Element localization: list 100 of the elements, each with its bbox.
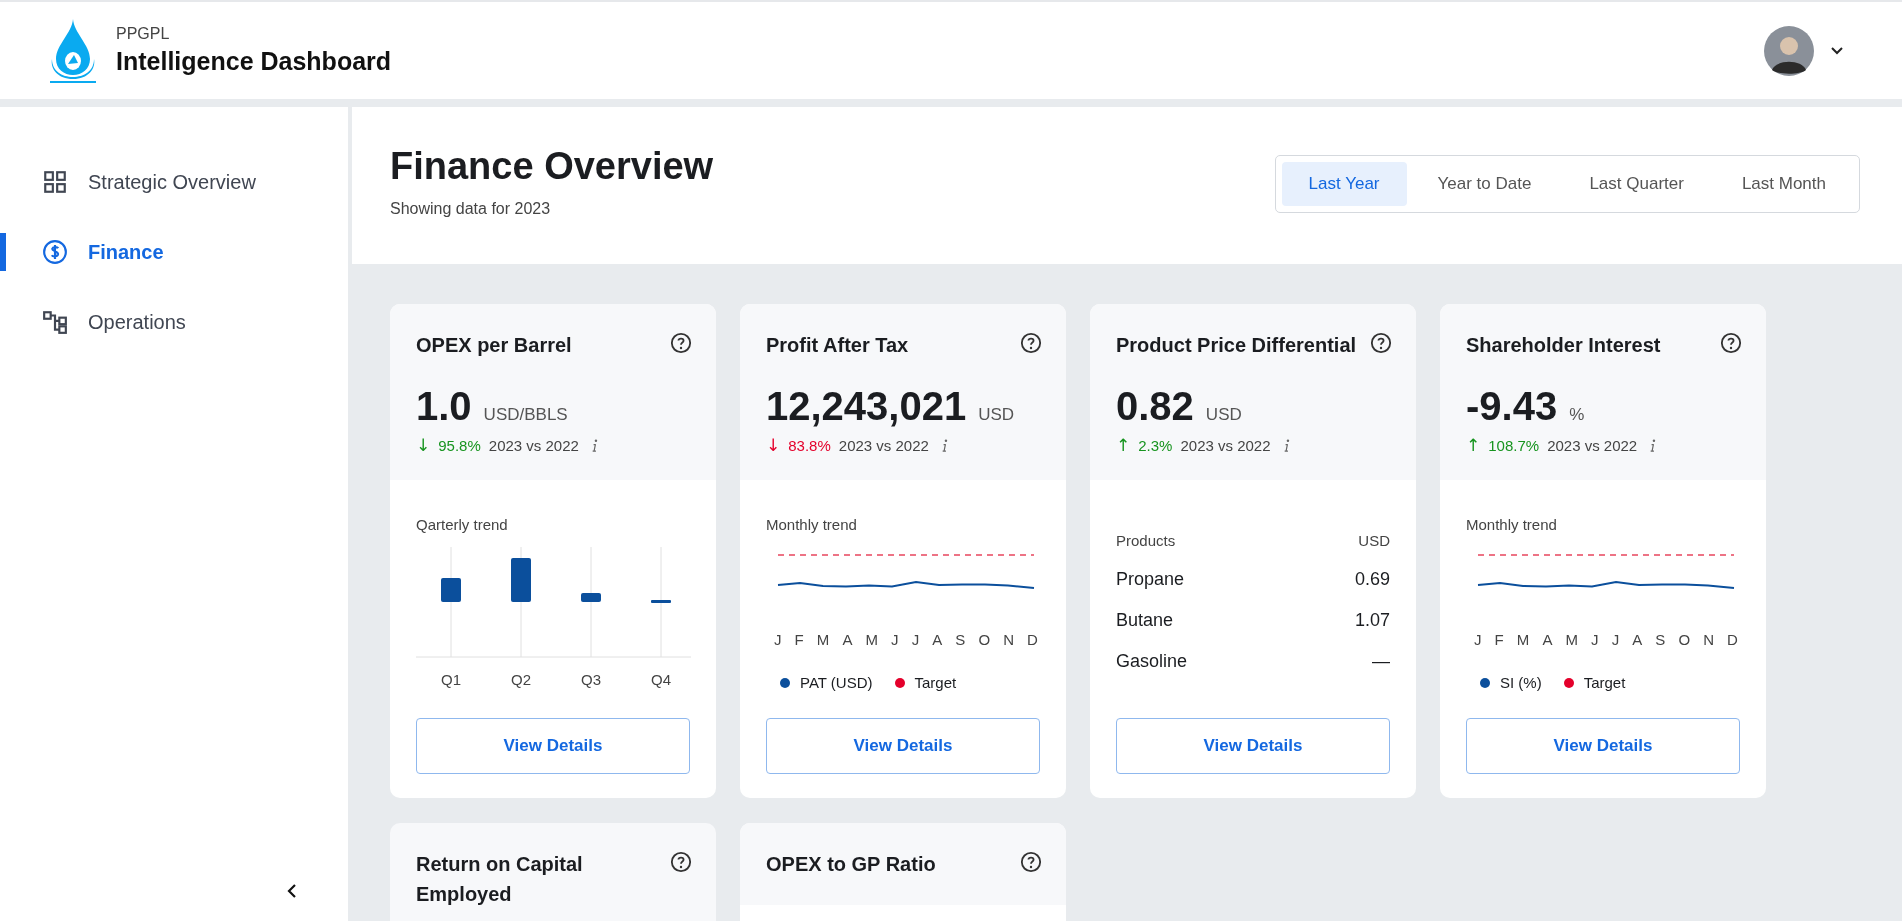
trend-arrow: ↑	[1466, 437, 1481, 454]
axis-label: A	[1542, 631, 1553, 648]
app-title: Intelligence Dashboard	[116, 47, 392, 76]
axis-label: J	[1611, 631, 1620, 648]
sidebar-item[interactable]: Strategic Overview	[0, 163, 348, 201]
axis-label: A	[1632, 631, 1643, 648]
axis-label: N	[1703, 631, 1714, 648]
product-value: 1.07	[1354, 610, 1390, 631]
axis-label: J	[891, 631, 899, 648]
axis-label: Q2	[510, 671, 532, 688]
view-details-button[interactable]: View Details	[766, 718, 1040, 774]
axis-label: M	[816, 631, 830, 648]
axis-label: M	[1565, 631, 1578, 648]
view-details-button[interactable]: View Details	[1466, 718, 1740, 774]
sidebar-item[interactable]: Operations	[0, 303, 348, 341]
card-title: Return on Capital Employed	[416, 852, 584, 907]
chart-bar	[651, 600, 671, 603]
view-details-button[interactable]: View Details	[416, 718, 690, 774]
delta-label: 2023 vs 2022	[488, 437, 579, 454]
axis-label: A	[932, 631, 943, 648]
avatar[interactable]	[1764, 25, 1814, 76]
info-icon[interactable]	[1282, 438, 1291, 453]
chart-bar	[581, 593, 601, 602]
kpi-unit: USD/BBLS	[483, 405, 568, 425]
delta-label: 2023 vs 2022	[838, 437, 929, 454]
flowchart-icon	[42, 309, 68, 335]
chart-title: Qarterly trend	[416, 516, 509, 533]
card-title: OPEX to GP Ratio	[766, 852, 936, 877]
page-title: Finance Overview	[390, 145, 714, 188]
axis-label: Q4	[650, 671, 672, 688]
logo-icon	[50, 18, 96, 83]
trend-arrow: ↓	[766, 437, 781, 454]
axis-label: S	[955, 631, 966, 648]
help-icon[interactable]	[1720, 332, 1742, 354]
info-icon[interactable]	[590, 438, 599, 453]
help-icon[interactable]	[1020, 332, 1042, 354]
chart-bar	[441, 578, 461, 602]
axis-label: D	[1727, 631, 1738, 648]
chevron-down-icon[interactable]	[1830, 45, 1844, 56]
trend-arrow: ↓	[416, 437, 431, 454]
axis-label: Q3	[580, 671, 602, 688]
axis-label: J	[1591, 631, 1599, 648]
product-name: Gasoline	[1116, 651, 1188, 672]
card-title: Profit After Tax	[766, 333, 909, 358]
info-icon[interactable]	[1649, 438, 1658, 453]
axis-label: M	[865, 631, 878, 648]
kpi-value: -9.43	[1466, 384, 1558, 429]
axis-label: N	[1003, 631, 1014, 648]
sidebar-item[interactable]: Finance	[0, 233, 348, 271]
dollar-icon	[42, 239, 68, 265]
legend-label: PAT (USD)	[800, 674, 873, 691]
help-icon[interactable]	[1370, 332, 1392, 354]
card-title: OPEX per Barrel	[416, 333, 572, 358]
kpi-unit: %	[1569, 405, 1585, 425]
period-tab[interactable]: Year to Date	[1410, 162, 1559, 206]
axis-label: F	[794, 631, 804, 648]
org-name: PPGPL	[116, 25, 171, 43]
legend-label: Target	[1583, 674, 1626, 691]
axis-label: J	[774, 631, 782, 648]
axis-label: M	[1516, 631, 1530, 648]
axis-label: Q1	[440, 671, 462, 688]
product-value: 0.69	[1354, 569, 1390, 590]
trend-arrow: ↑	[1116, 437, 1131, 454]
card-title: Product Price Differential	[1116, 333, 1357, 358]
chart-bar	[511, 558, 531, 602]
kpi-value: 1.0	[416, 384, 472, 429]
delta-percent: 83.8%	[788, 437, 831, 454]
kpi-unit: USD	[978, 405, 1015, 425]
view-details-button[interactable]: View Details	[1116, 718, 1390, 774]
axis-label: D	[1027, 631, 1038, 648]
chart-title: Monthly trend	[766, 516, 858, 533]
axis-label: A	[842, 631, 853, 648]
axis-label: S	[1655, 631, 1666, 648]
period-tab[interactable]: Last Quarter	[1562, 162, 1711, 206]
card-title: Shareholder Interest	[1466, 333, 1661, 358]
collapse-icon[interactable]	[286, 883, 298, 899]
help-icon[interactable]	[670, 332, 692, 354]
info-icon[interactable]	[940, 438, 949, 453]
help-icon[interactable]	[1020, 851, 1042, 873]
column-header: USD	[1358, 532, 1390, 549]
legend-label: Target	[914, 674, 957, 691]
period-tab[interactable]: Last Month	[1714, 162, 1853, 206]
axis-label: J	[1474, 631, 1482, 648]
page-subtitle: Showing data for 2023	[390, 200, 552, 218]
legend-label: SI (%)	[1500, 674, 1542, 691]
delta-percent: 2.3%	[1138, 437, 1173, 454]
delta-label: 2023 vs 2022	[1180, 437, 1271, 454]
kpi-unit: USD	[1205, 405, 1242, 425]
delta-percent: 108.7%	[1488, 437, 1540, 454]
grid-icon	[42, 169, 68, 195]
product-name: Butane	[1116, 610, 1174, 631]
help-icon[interactable]	[670, 851, 692, 873]
product-name: Propane	[1116, 569, 1185, 590]
period-tab[interactable]: Last Year	[1281, 162, 1407, 206]
delta-percent: 95.8%	[438, 437, 481, 454]
axis-label: F	[1494, 631, 1504, 648]
column-header: Products	[1116, 532, 1176, 549]
kpi-value: 0.82	[1116, 384, 1194, 429]
product-value: —	[1372, 651, 1390, 672]
axis-label: J	[911, 631, 920, 648]
